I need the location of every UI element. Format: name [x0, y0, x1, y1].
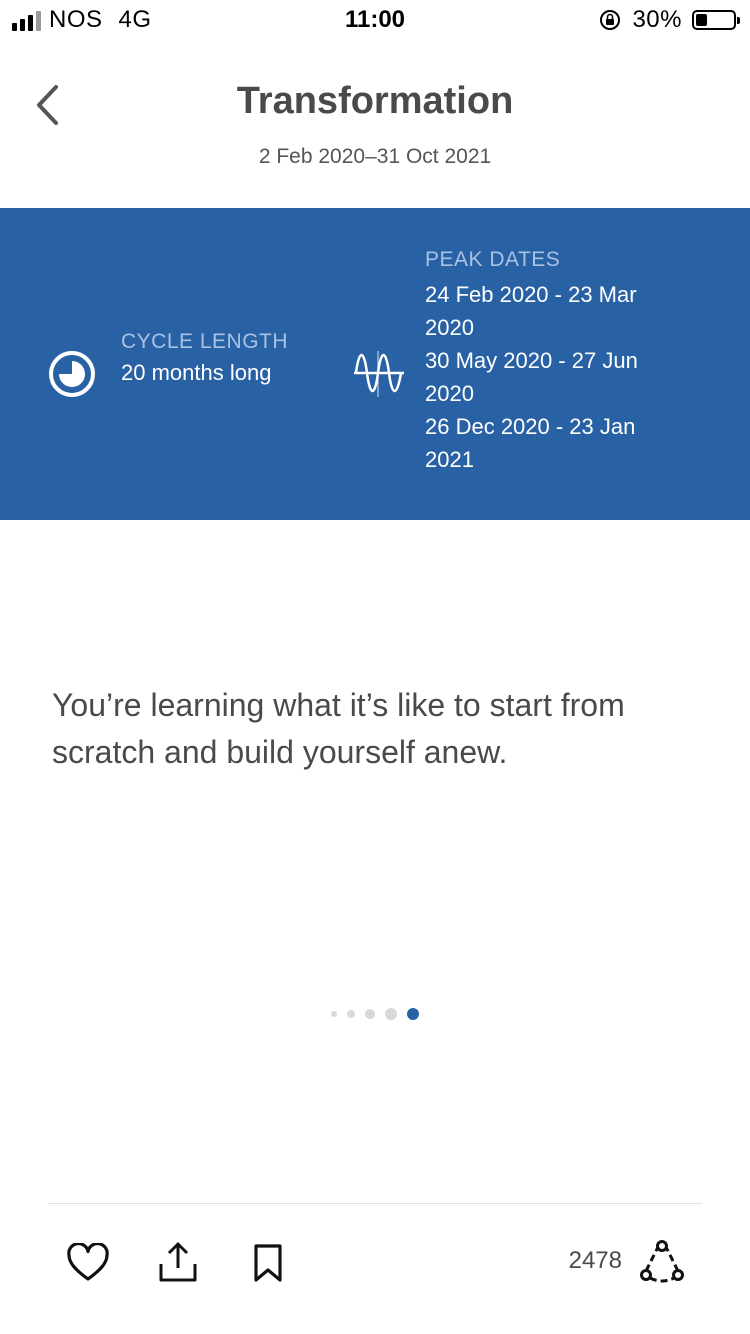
peak-dates-list: 24 Feb 2020 - 23 Mar 2020 30 May 2020 - … [425, 278, 645, 476]
page-dot[interactable] [385, 1008, 397, 1020]
peak-date-item: 24 Feb 2020 - 23 Mar 2020 [425, 282, 637, 340]
battery-icon [692, 10, 740, 30]
page-dot[interactable] [365, 1009, 375, 1019]
bookmark-icon[interactable] [252, 1243, 284, 1283]
toolbar-divider [48, 1203, 702, 1204]
connections-icon[interactable] [638, 1240, 686, 1286]
share-icon[interactable] [156, 1240, 200, 1284]
cycle-length-value: 20 months long [121, 360, 272, 385]
connections-count: 2478 [568, 1247, 622, 1274]
transit-message: You’re learning what it’s like to start … [52, 687, 625, 770]
cycle-clock-icon [49, 351, 95, 397]
page-indicator [0, 1008, 750, 1020]
page-dot[interactable] [331, 1011, 337, 1017]
peak-date-item: 30 May 2020 - 27 Jun 2020 [425, 348, 638, 406]
date-range: 2 Feb 2020–31 Oct 2021 [258, 145, 492, 168]
status-bar: NOS 4G 11:00 30% [0, 0, 750, 40]
page-title: Transformation [236, 80, 514, 122]
peak-dates-label: PEAK DATES [425, 248, 561, 271]
status-bar-right: 30% [598, 6, 740, 34]
cycle-length-label: CYCLE LENGTH [121, 330, 289, 353]
page-dot-active[interactable] [407, 1008, 419, 1020]
page-dot[interactable] [347, 1010, 355, 1018]
wave-icon [354, 351, 404, 397]
battery-level [696, 14, 707, 26]
battery-percent: 30% [632, 6, 682, 33]
orientation-lock-icon [600, 10, 621, 30]
peak-date-item: 26 Dec 2020 - 23 Jan 2021 [425, 414, 636, 472]
heart-icon[interactable] [66, 1243, 110, 1283]
